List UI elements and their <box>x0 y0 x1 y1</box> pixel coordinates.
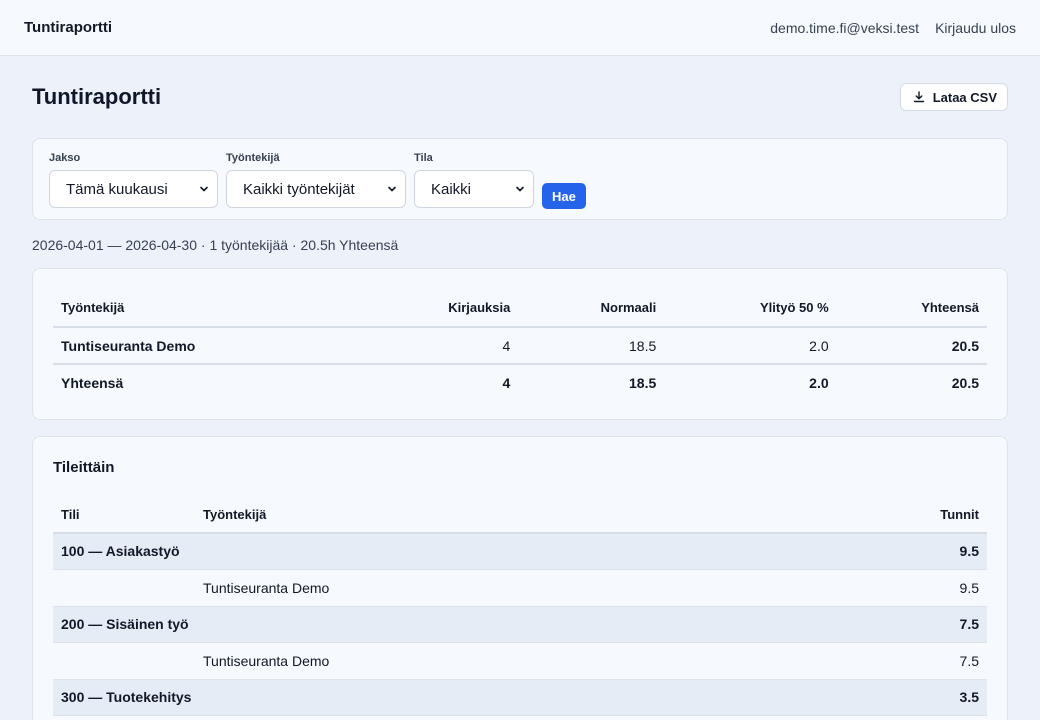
download-csv-label: Lataa CSV <box>932 89 997 105</box>
column-header: Kirjauksia <box>359 289 519 328</box>
period-value: Tämä kuukausi <box>66 180 168 198</box>
column-header: Tunnit <box>766 497 987 534</box>
account-hours: 7.5 <box>766 606 987 643</box>
account-employee-row: Tuntiseuranta Demo 9.5 <box>53 569 987 607</box>
filter-panel: Jakso Tämä kuukausi Työntekijä Kaikki ty… <box>32 138 1008 220</box>
employee-name-cell: Tuntiseuranta Demo <box>53 327 360 365</box>
total-normal: 18.5 <box>629 375 657 391</box>
report-summary: 2026-04-01 — 2026-04-30 · 1 työntekijää … <box>32 237 399 253</box>
table-header-row: Työntekijä Kirjauksia Normaali Ylityö 50… <box>53 289 987 328</box>
account-group-row: 300 — Tuotekehitys 3.5 <box>53 679 987 716</box>
account-group-row: 100 — Asiakastyö 9.5 <box>53 533 987 570</box>
column-header: Työntekijä <box>53 289 360 328</box>
accounts-card: Tileittäin Tili Työntekijä Tunnit 100 — … <box>32 436 1008 720</box>
accounts-title: Tileittäin <box>53 459 115 476</box>
main-content: Tuntiraportti Lataa CSV Jakso Tämä kuuka… <box>0 56 1040 720</box>
employee-name: Tuntiseuranta Demo <box>195 642 767 680</box>
total-label: Yhteensä <box>61 375 124 391</box>
account-name: 200 — Sisäinen työ <box>53 606 767 643</box>
logout-link[interactable]: Kirjaudu ulos <box>935 20 1016 36</box>
empty-cell <box>53 569 195 607</box>
account-group-row: 200 — Sisäinen työ 7.5 <box>53 606 987 643</box>
accounts-table: Tili Työntekijä Tunnit 100 — Asiakastyö … <box>53 497 987 716</box>
employee-label: Työntekijä <box>226 152 280 164</box>
employee-hours: 7.5 <box>766 642 987 680</box>
empty-cell <box>53 642 195 680</box>
app-brand[interactable]: Tuntiraportti <box>24 19 112 36</box>
total-row: Yhteensä 4 18.5 2.0 20.5 <box>53 364 987 401</box>
download-icon <box>913 91 924 103</box>
table-header-row: Tili Työntekijä Tunnit <box>53 497 987 534</box>
employee-summary-card: Työntekijä Kirjauksia Normaali Ylityö 50… <box>32 268 1008 420</box>
employee-name: Tuntiseuranta Demo <box>195 569 767 607</box>
chevron-down-icon <box>200 186 208 192</box>
employee-field: Työntekijä Kaikki työntekijät <box>226 151 406 208</box>
account-name: 100 — Asiakastyö <box>53 533 767 570</box>
period-select[interactable]: Tämä kuukausi <box>49 170 218 208</box>
search-button[interactable]: Hae <box>542 183 586 209</box>
table-row: Tuntiseuranta Demo 4 18.5 2.0 20.5 <box>53 327 987 365</box>
account-hours: 9.5 <box>766 533 987 570</box>
page-header: Tuntiraportti Lataa CSV <box>32 56 1008 138</box>
column-header: Ylityö 50 % <box>664 289 837 328</box>
column-header: Työntekijä <box>195 497 767 534</box>
download-csv-button[interactable]: Lataa CSV <box>899 83 1008 111</box>
period-label: Jakso <box>49 152 81 164</box>
status-label: Tila <box>414 152 433 164</box>
column-header: Normaali <box>518 289 665 328</box>
column-header: Tili <box>53 497 195 534</box>
account-employee-row: Tuntiseuranta Demo 7.5 <box>53 642 987 680</box>
total-overtime: 2.0 <box>809 375 829 391</box>
normal-hours-cell: 18.5 <box>518 327 665 365</box>
entries-cell: 4 <box>359 327 519 365</box>
overtime-cell: 2.0 <box>664 327 837 365</box>
account-name: 300 — Tuotekehitys <box>53 679 767 716</box>
employee-summary-table: Työntekijä Kirjauksia Normaali Ylityö 50… <box>53 289 987 401</box>
total-entries: 4 <box>502 375 511 391</box>
page-title: Tuntiraportti <box>32 84 162 109</box>
employee-value: Kaikki työntekijät <box>243 180 355 198</box>
period-field: Jakso Tämä kuukausi <box>49 151 218 208</box>
chevron-down-icon <box>388 186 396 192</box>
user-email: demo.time.fi@veksi.test <box>770 19 920 36</box>
user-menu: demo.time.fi@veksi.test Kirjaudu ulos <box>770 20 1016 36</box>
status-field: Tila Kaikki <box>414 151 534 208</box>
column-header: Yhteensä <box>836 289 987 328</box>
chevron-down-icon <box>516 186 524 192</box>
status-select[interactable]: Kaikki <box>414 170 534 208</box>
employee-select[interactable]: Kaikki työntekijät <box>226 170 406 208</box>
total-hours: 20.5 <box>951 375 979 391</box>
top-navigation-bar: Tuntiraportti demo.time.fi@veksi.test Ki… <box>0 0 1040 56</box>
employee-hours: 9.5 <box>766 569 987 607</box>
status-value: Kaikki <box>431 180 472 198</box>
total-hours-cell: 20.5 <box>836 327 987 365</box>
account-hours: 3.5 <box>766 679 987 716</box>
